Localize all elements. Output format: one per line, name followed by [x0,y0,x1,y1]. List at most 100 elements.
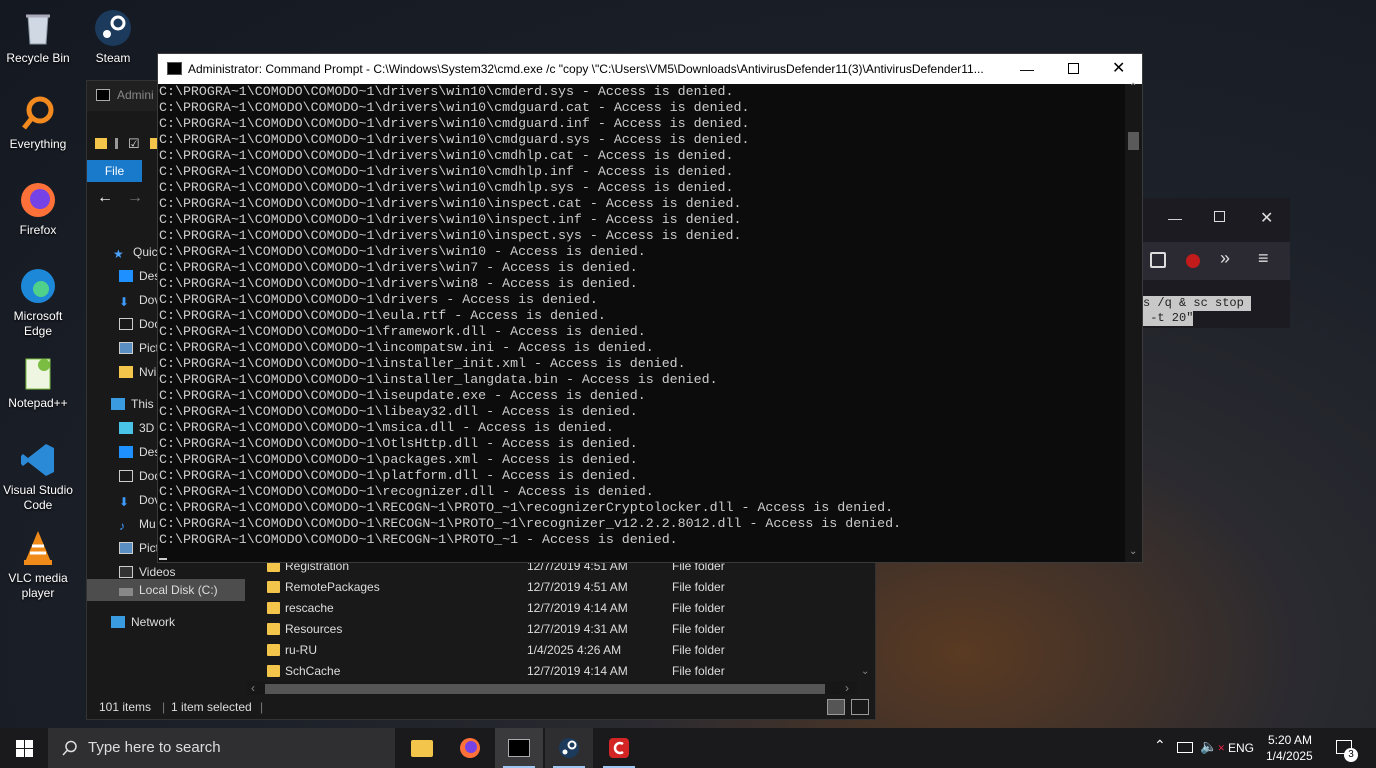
file-row[interactable]: ru-RU 1/4/2025 4:26 AM File folder [247,640,857,661]
scroll-up-icon[interactable]: ⌃ [1129,82,1137,93]
console-line: C:\PROGRA~1\COMODO\COMODO~1\recognizer.d… [159,484,654,499]
taskbar-search-box[interactable]: Type here to search [48,728,395,768]
scroll-right-icon[interactable]: › [845,681,849,695]
taskbar-file-explorer[interactable] [397,728,445,768]
desktop-icon-label: Recycle Bin [6,51,70,65]
large-icons-view-icon[interactable] [851,699,869,715]
desktop-icon-everything[interactable]: Everything [0,94,76,152]
desktop-icon-notepadpp[interactable]: Notepad++ [0,353,76,411]
back-arrow-icon[interactable]: ← [97,189,113,207]
desktop-icon-vlc[interactable]: VLC media player [0,528,76,601]
clock-date[interactable]: 1/4/2025 [1266,749,1313,763]
desktop-icon-label: Notepad++ [8,396,68,410]
taskbar-command-prompt[interactable] [495,728,543,768]
command-prompt-window[interactable]: Administrator: Command Prompt - C:\Windo… [157,53,1143,563]
file-row[interactable]: Resources 12/7/2019 4:31 AM File folder [247,619,857,640]
cmd-close-button[interactable]: ✕ [1112,54,1125,84]
browser-minimize-button[interactable]: — [1168,210,1182,226]
drive-icon [119,588,133,596]
selection-count: 1 item selected [171,700,252,714]
taskbar-firefox[interactable] [446,728,494,768]
status-divider: | [162,700,166,714]
horizontal-scroll-thumb[interactable] [265,684,825,694]
network-icon[interactable] [1177,742,1193,753]
console-line: C:\PROGRA~1\COMODO\COMODO~1\drivers - Ac… [159,292,598,307]
browser-close-button[interactable]: ✕ [1260,208,1273,228]
scroll-left-icon[interactable]: ‹ [251,681,255,695]
console-line: C:\PROGRA~1\COMODO\COMODO~1\drivers\win1… [159,228,742,243]
desktop-icon-label: Visual Studio Code [3,483,73,512]
desktop-icon-edge[interactable]: Microsoft Edge [0,266,76,339]
notepadpp-icon [25,358,51,390]
properties-icon[interactable] [115,138,118,149]
cmd-console-output[interactable]: C:\PROGRA~1\COMODO\COMODO~1\drivers\win1… [158,84,1126,562]
file-row[interactable]: RemotePackages 12/7/2019 4:51 AM File fold… [247,577,857,598]
cmd-scroll-thumb[interactable] [1128,132,1139,150]
ublock-icon[interactable] [1186,254,1200,268]
windows-start-icon[interactable] [16,740,33,757]
overflow-chevron-icon[interactable]: » [1220,248,1230,269]
pc-icon [111,398,125,410]
desktop-icon-label: Microsoft Edge [13,309,63,338]
steam-icon [559,738,579,758]
menu-icon[interactable]: ≡ [1258,248,1269,269]
everything-icon [22,96,54,130]
file-tab-label: File [104,164,125,178]
desktop-icon-steam[interactable]: Steam [75,8,151,66]
cube-icon [119,422,133,434]
cmd-vertical-scrollbar[interactable]: ⌃ ⌄ [1125,82,1142,562]
file-row[interactable]: SchCache 12/7/2019 4:14 AM File folder [247,661,857,682]
taskbar-comodo[interactable] [595,728,643,768]
vertical-scroll-down-icon[interactable]: ⌄ [861,666,869,677]
desktop-icon-recycle-bin[interactable]: Recycle Bin [0,8,76,66]
music-icon: ♪ [119,519,125,533]
console-line: C:\PROGRA~1\COMODO\COMODO~1\drivers\win1… [159,116,750,131]
ribbon-file-tab[interactable]: File [87,160,142,182]
console-line: C:\PROGRA~1\COMODO\COMODO~1\drivers\win1… [159,84,734,99]
status-bar: 101 items | 1 item selected | [87,695,875,719]
desktop-icon [119,270,133,282]
console-line: C:\PROGRA~1\COMODO\COMODO~1\iseupdate.ex… [159,388,646,403]
clock-time[interactable]: 5:20 AM [1268,733,1312,747]
search-placeholder: Type here to search [88,739,221,756]
folder-icon [411,740,433,757]
cmd-title-bar[interactable]: Administrator: Command Prompt - C:\Windo… [158,54,1142,84]
desktop-icon-firefox[interactable]: Firefox [0,180,76,238]
scroll-down-icon[interactable]: ⌄ [1129,546,1137,557]
console-line: C:\PROGRA~1\COMODO\COMODO~1\drivers\win8… [159,276,638,291]
notification-badge: 3 [1344,748,1358,762]
extensions-icon[interactable] [1150,252,1166,268]
folder-icon[interactable] [95,138,107,149]
download-icon: ⬇ [119,495,130,509]
browser-maximize-button[interactable] [1214,211,1225,222]
checkmark-icon[interactable]: ☑ [128,136,140,152]
details-view-icon[interactable] [827,699,845,715]
console-line: C:\PROGRA~1\COMODO\COMODO~1\drivers\win1… [159,132,750,147]
volume-muted-icon[interactable]: 🔈✕ [1200,738,1225,755]
recycle-bin-icon [26,14,50,45]
search-icon [62,740,77,756]
cmd-app-icon [167,62,182,75]
desktop-icon [119,446,133,458]
picture-icon [119,542,133,554]
document-icon [119,318,133,330]
language-indicator[interactable]: ENG [1228,741,1254,755]
forward-arrow-icon[interactable]: → [127,189,143,207]
console-line: C:\PROGRA~1\COMODO\COMODO~1\packages.xml… [159,452,638,467]
nav-local-disk[interactable]: Local Disk (C:) [87,579,245,601]
taskbar-steam[interactable] [545,728,593,768]
console-line: C:\PROGRA~1\COMODO\COMODO~1\OtlsHttp.dll… [159,436,638,451]
vlc-icon [24,531,52,565]
desktop-icon-vscode[interactable]: Visual Studio Code [0,440,76,513]
cmd-minimize-button[interactable]: — [1020,54,1034,84]
folder-icon [267,665,280,677]
cmd-maximize-button[interactable] [1068,63,1079,74]
browser-toolbar: » ≡ [1142,242,1290,280]
show-hidden-icons-chevron-icon[interactable]: ⌃ [1154,737,1166,754]
file-row[interactable]: rescache 12/7/2019 4:14 AM File folder [247,598,857,619]
selected-text-line-1: s /q & sc stop [1143,296,1252,311]
nav-network[interactable]: Network [87,611,245,633]
console-line: C:\PROGRA~1\COMODO\COMODO~1\RECOGN~1\PRO… [159,500,894,515]
firefox-icon [460,738,480,758]
edge-icon [21,269,55,303]
